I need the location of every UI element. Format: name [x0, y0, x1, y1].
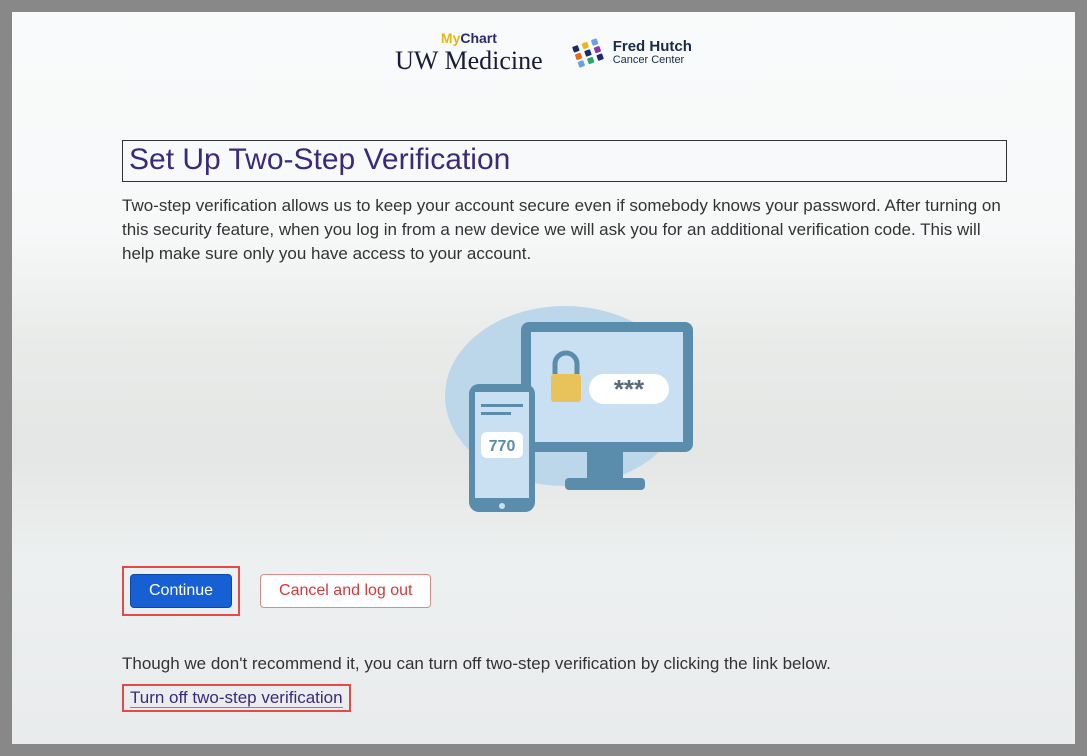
- continue-button[interactable]: Continue: [130, 574, 232, 608]
- main-content: Set Up Two-Step Verification Two-step ve…: [122, 140, 1007, 712]
- fred-hutch-logo: Fred Hutch Cancer Center: [571, 36, 692, 70]
- fred-hutch-icon: [571, 36, 605, 70]
- mychart-suffix: Chart: [460, 30, 497, 46]
- turn-off-link[interactable]: Turn off two-step verification: [130, 688, 343, 708]
- highlight-continue: Continue: [122, 566, 240, 616]
- cancel-logout-button[interactable]: Cancel and log out: [260, 574, 431, 608]
- button-row: Continue Cancel and log out: [122, 566, 1007, 616]
- uw-medicine-logo: MyChart UW Medicine: [395, 30, 543, 76]
- mychart-prefix: My: [441, 30, 460, 46]
- highlight-turn-off: Turn off two-step verification: [122, 684, 351, 712]
- uw-medicine-text: UW Medicine: [395, 46, 543, 76]
- illustration-code-text: 770: [488, 438, 515, 455]
- page-description: Two-step verification allows us to keep …: [122, 194, 1007, 266]
- two-step-illustration: *** 770: [122, 296, 1007, 526]
- turn-off-note: Though we don't recommend it, you can tu…: [122, 654, 1007, 674]
- fred-hutch-line2: Cancer Center: [613, 55, 692, 67]
- svg-text:***: ***: [613, 374, 644, 404]
- page-title: Set Up Two-Step Verification: [122, 140, 1007, 182]
- app-window: MyChart UW Medicine: [12, 12, 1075, 744]
- fred-hutch-line1: Fred Hutch: [613, 39, 692, 55]
- logo-bar: MyChart UW Medicine: [12, 30, 1075, 76]
